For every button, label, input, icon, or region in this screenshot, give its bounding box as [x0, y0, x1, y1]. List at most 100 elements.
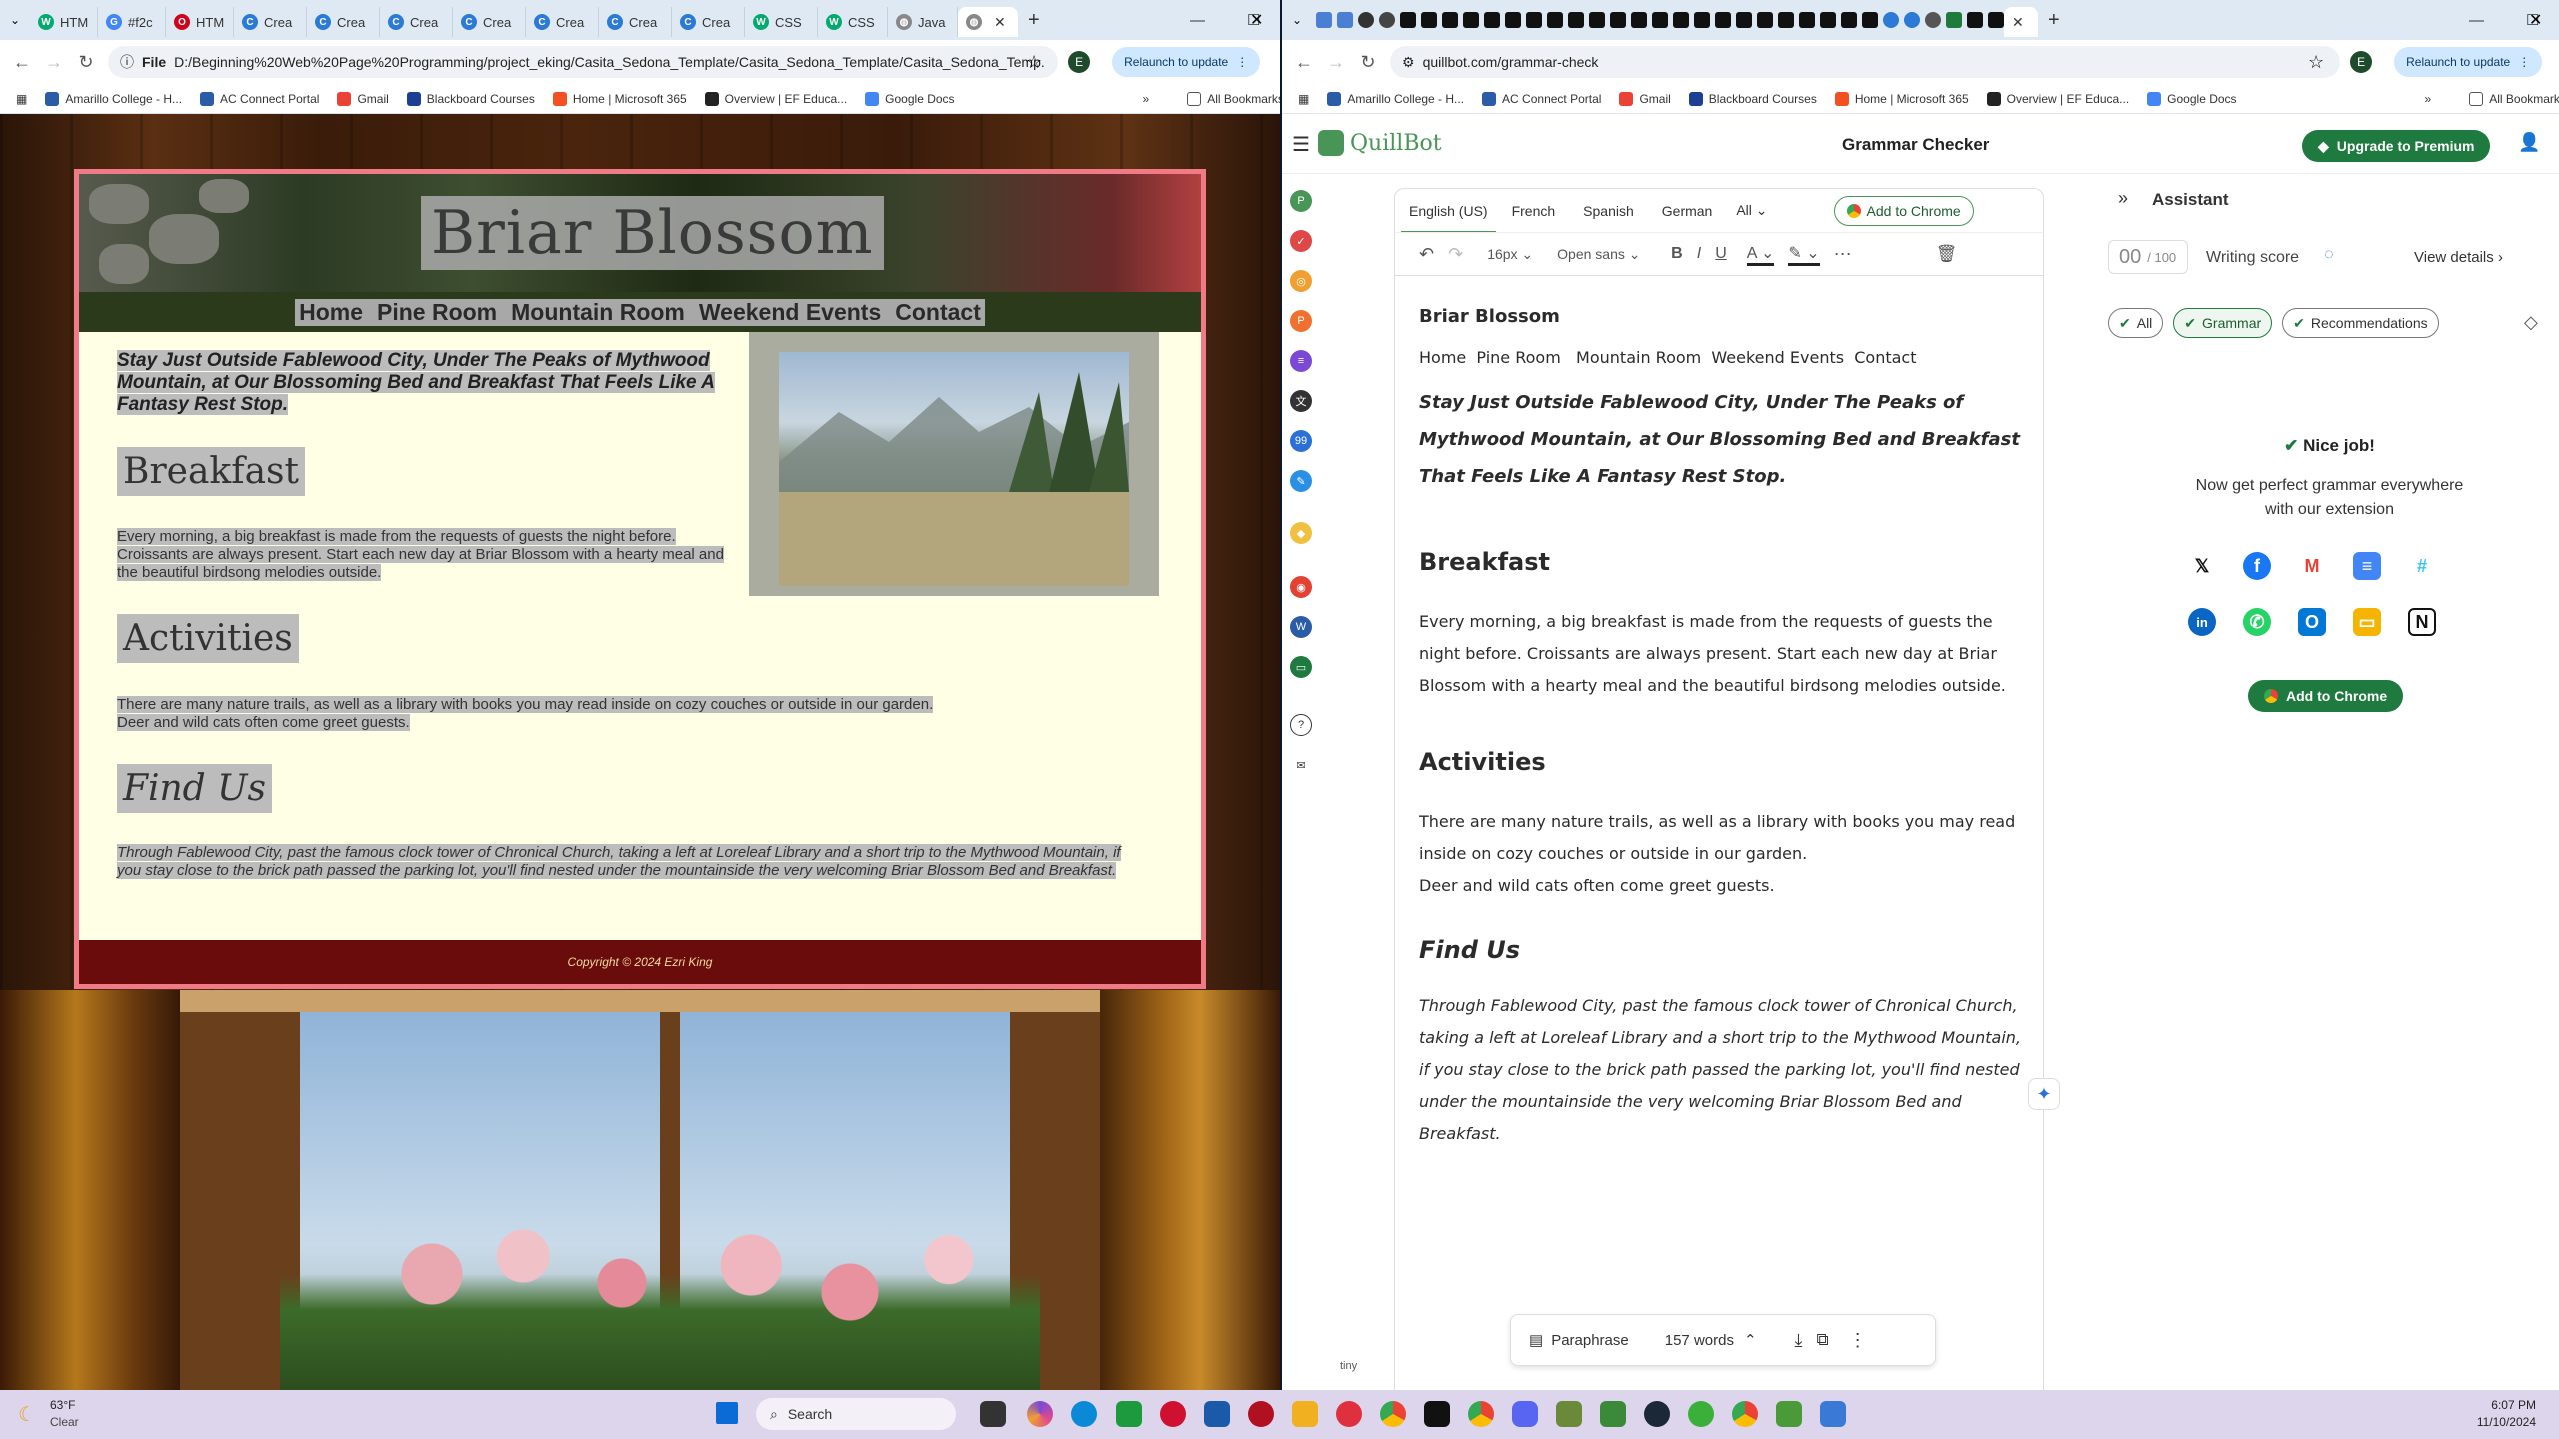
docs-icon[interactable] [1316, 12, 1332, 28]
bookmark-4[interactable]: Home | Microsoft 365 [1834, 91, 1969, 106]
help-icon[interactable]: ? [1290, 714, 1312, 736]
gmail-icon[interactable]: M [2298, 552, 2326, 580]
google-docs-icon[interactable]: ≡ [2353, 552, 2381, 580]
edge-icon[interactable] [1071, 1401, 1097, 1427]
app-icon[interactable] [1673, 12, 1689, 28]
discord-icon[interactable] [1512, 1401, 1538, 1427]
ai-writer-icon[interactable]: ✎ [1290, 470, 1312, 492]
quillbot-logo-icon[interactable] [1318, 130, 1344, 156]
word-icon[interactable]: W [1290, 616, 1312, 638]
lang-german[interactable]: German [1654, 203, 1721, 219]
app-icon[interactable] [1442, 12, 1458, 28]
grammar-icon[interactable]: ✓ [1290, 230, 1312, 252]
view-details-link[interactable]: View details › [2414, 249, 2503, 266]
download-icon[interactable]: ⤓ [1795, 1330, 1803, 1351]
copy-icon[interactable]: ⧉ [1817, 1330, 1829, 1350]
app-icon[interactable] [1248, 1401, 1274, 1427]
forward-icon[interactable]: → [38, 52, 70, 73]
close-tab-icon[interactable]: ✕ [994, 14, 1006, 31]
forward-icon[interactable]: → [1320, 52, 1352, 73]
app-icon[interactable] [1424, 1401, 1450, 1427]
add-to-chrome-button[interactable]: Add to Chrome [1833, 195, 1974, 226]
trash-icon[interactable]: 🗑 [1936, 244, 1958, 264]
tab-8[interactable]: C Crea [599, 7, 672, 37]
more-bookmarks-icon[interactable]: » [1143, 92, 1150, 106]
quillbot-brand[interactable]: QuillBot [1350, 131, 1442, 156]
app-icon[interactable] [1688, 1401, 1714, 1427]
chatgpt-icon[interactable] [1904, 12, 1920, 28]
ai-sparkle-button[interactable]: ✦ [2028, 1078, 2060, 1110]
back-icon[interactable]: ← [1288, 52, 1320, 73]
app-icon[interactable] [1799, 12, 1815, 28]
new-tab-icon[interactable]: + [2048, 9, 2060, 32]
tab-4[interactable]: C Crea [307, 7, 380, 37]
more-bookmarks-icon[interactable]: » [2425, 92, 2432, 106]
more-options-icon[interactable]: ⋯ [1834, 244, 1852, 265]
store-icon[interactable] [1204, 1401, 1230, 1427]
chrome-icon[interactable] [1468, 1401, 1494, 1427]
new-tab-icon[interactable]: + [1028, 9, 1040, 32]
all-bookmarks[interactable]: All Bookmarks [1187, 91, 1280, 106]
app-icon[interactable] [1757, 12, 1773, 28]
windows-start-icon[interactable] [716, 1402, 738, 1424]
tab-9[interactable]: C Crea [672, 7, 745, 37]
font-size-select[interactable]: 16px ⌄ [1487, 246, 1533, 263]
tab-2[interactable]: O HTM [166, 7, 234, 37]
filter-recommendations[interactable]: ✔ Recommendations [2282, 308, 2439, 338]
bookmark-star-icon[interactable]: ☆ [2308, 52, 2324, 73]
app-icon[interactable] [1946, 12, 1962, 28]
x-twitter-icon[interactable]: 𝕏 [2188, 552, 2216, 580]
bold-icon[interactable]: B [1671, 245, 1683, 263]
bookmark-star-icon[interactable]: ☆ [1026, 52, 1042, 73]
summarizer-icon[interactable]: ≡ [1290, 350, 1312, 372]
undo-icon[interactable]: ↶ [1419, 244, 1434, 265]
more-kebab-icon[interactable]: ⋮ [1849, 1330, 1867, 1351]
app-icon[interactable] [1421, 12, 1437, 28]
app-icon[interactable] [1610, 12, 1626, 28]
notion-icon[interactable]: N [2408, 608, 2436, 636]
bookmark-1[interactable]: AC Connect Portal [200, 91, 319, 106]
tab-search-icon[interactable]: ⌄ [1282, 13, 1312, 27]
google-slides-icon[interactable]: ▭ [2353, 608, 2381, 636]
redo-icon[interactable]: ↷ [1448, 244, 1463, 265]
bookmark-4[interactable]: Home | Microsoft 365 [552, 91, 687, 106]
nav-home[interactable]: Home [299, 299, 363, 326]
profile-avatar[interactable]: E [2350, 51, 2373, 73]
underline-icon[interactable]: U [1715, 245, 1727, 263]
relaunch-button[interactable]: Relaunch to update ⋮ [1112, 47, 1261, 77]
filter-grammar[interactable]: ✔ Grammar [2173, 308, 2273, 338]
paraphrase-button[interactable]: ▤ Paraphrase [1529, 1331, 1629, 1350]
bookmark-6[interactable]: Google Docs [2147, 91, 2237, 106]
desktop-app-icon[interactable]: ▭ [1290, 656, 1312, 678]
lang-french[interactable]: French [1504, 203, 1564, 219]
bookmark-5[interactable]: Overview | EF Educa... [1986, 91, 2129, 106]
back-icon[interactable]: ← [6, 52, 38, 73]
steam-icon[interactable] [1644, 1401, 1670, 1427]
tab-0[interactable]: W HTM [30, 7, 98, 37]
app-icon[interactable] [1400, 12, 1416, 28]
window-close-icon[interactable]: ✕ [1250, 10, 1263, 30]
tab-active-quillbot[interactable]: ✕ [2004, 7, 2038, 37]
assistant-add-to-chrome-button[interactable]: Add to Chrome [2248, 680, 2404, 712]
app-icon[interactable] [1547, 12, 1563, 28]
text-color-icon[interactable]: A ⌄ [1746, 243, 1775, 266]
minecraft-icon[interactable] [1556, 1401, 1582, 1427]
nav-contact[interactable]: Contact [895, 299, 981, 326]
app-icon[interactable] [1505, 12, 1521, 28]
weather-moon-icon[interactable]: ☾ [18, 1402, 36, 1427]
highlight-icon[interactable]: ✎ ⌄ [1788, 243, 1820, 266]
reload-icon[interactable]: ↻ [70, 52, 102, 73]
outlook-icon[interactable]: O [2298, 608, 2326, 636]
clock-time[interactable]: 6:07 PM [2476, 1398, 2536, 1412]
app-icon[interactable] [1463, 12, 1479, 28]
app-icon[interactable] [1715, 12, 1731, 28]
translator-icon[interactable]: 文 [1290, 390, 1312, 412]
app-icon[interactable] [1862, 12, 1878, 28]
app-icon[interactable] [1820, 1401, 1846, 1427]
mail-icon[interactable]: ✉ [1290, 754, 1312, 776]
minimize-icon[interactable]: — [1190, 12, 1205, 29]
globe-icon[interactable] [1379, 12, 1395, 28]
nav-pine-room[interactable]: Pine Room [377, 299, 497, 326]
app-icon[interactable] [1820, 12, 1836, 28]
bookmark-5[interactable]: Overview | EF Educa... [704, 91, 847, 106]
